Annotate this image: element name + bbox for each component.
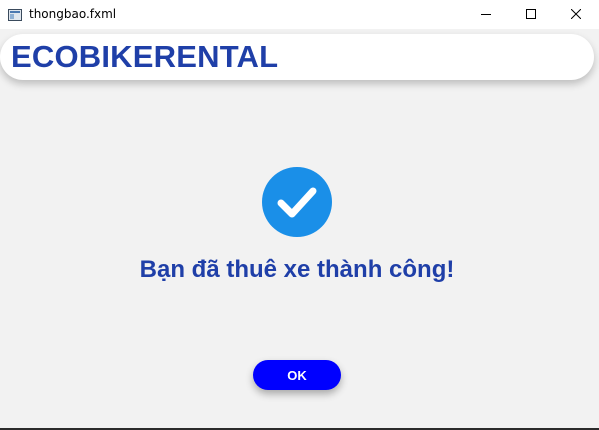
ok-button[interactable]: OK [253, 360, 341, 390]
maximize-button[interactable] [508, 0, 554, 29]
close-icon [570, 6, 582, 24]
minimize-icon [481, 6, 491, 24]
minimize-button[interactable] [463, 0, 509, 29]
success-message: Bạn đã thuê xe thành công! [139, 256, 455, 283]
close-button[interactable] [553, 0, 599, 29]
window-title: thongbao.fxml [29, 7, 117, 21]
maximize-icon [526, 6, 536, 24]
checkmark-circle-icon [262, 167, 332, 237]
window-titlebar[interactable]: thongbao.fxml [0, 0, 599, 29]
brand-logo-text: ECOBIKERENTAL [11, 39, 279, 74]
header-bar: ECOBIKERENTAL [0, 34, 594, 80]
window-app-icon [8, 8, 22, 21]
